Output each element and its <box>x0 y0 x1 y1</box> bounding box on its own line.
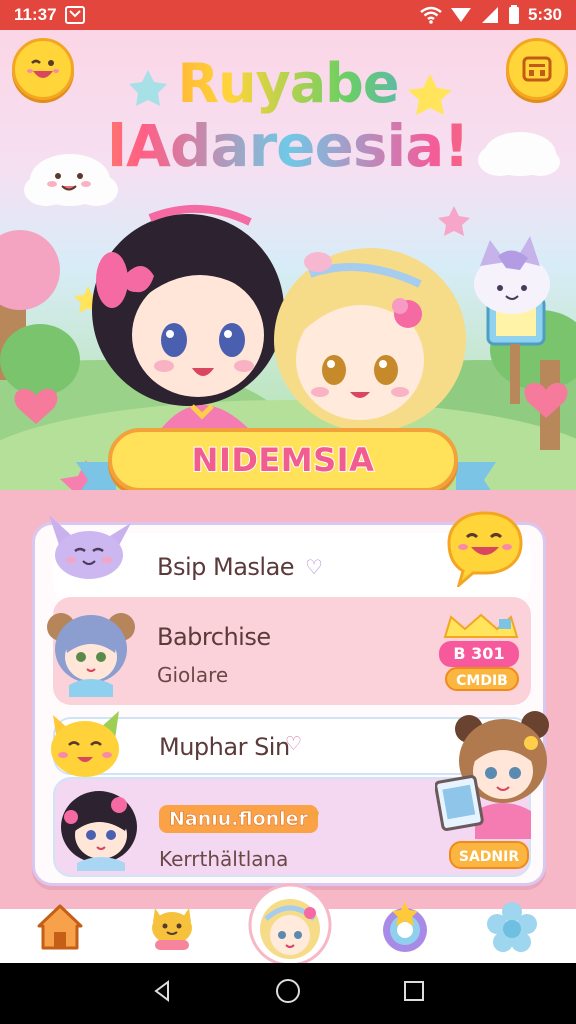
crown-icon <box>443 613 519 638</box>
status-time-right: 5:30 <box>527 5 562 24</box>
system-navigation-bar <box>0 963 576 1024</box>
wifi-icon <box>420 6 442 24</box>
signal-icon <box>450 6 472 24</box>
banner-label: NIDEMSIA <box>191 440 375 480</box>
circle-home-icon <box>276 979 300 1003</box>
home-icon <box>37 904 83 950</box>
list-item[interactable]: Babrchise Giolare B 301 CMDIB <box>47 597 531 705</box>
list-item[interactable]: Bsip Maslae ♡ <box>49 511 531 603</box>
nav-profile[interactable] <box>248 883 332 967</box>
status-bar: 11:37 5:30 <box>0 0 576 30</box>
cell-signal-icon <box>480 6 500 24</box>
bottom-navigation <box>0 883 576 967</box>
nav-settings[interactable] <box>480 895 544 959</box>
home-system-button[interactable] <box>274 977 302 1010</box>
character-with-frame-illustration <box>435 711 549 839</box>
banner-button[interactable]: NIDEMSIA <box>108 428 458 492</box>
row-subtitle: Giolare <box>157 663 229 687</box>
list-panel: Bsip Maslae ♡ Babrchise Giolare B 301 CM… <box>32 511 549 886</box>
back-icon <box>154 980 169 1002</box>
battery-icon <box>508 5 520 25</box>
app-title-line-1: Ruyabe <box>0 52 576 115</box>
recents-button[interactable] <box>402 979 426 1008</box>
row-subtitle: Kerrthältlana <box>159 847 289 871</box>
heart-icon: ♡ <box>305 557 323 579</box>
yellow-cat-mascot-icon <box>51 711 119 777</box>
row-title: Bsip Maslae <box>157 553 295 581</box>
cat-icon <box>152 908 192 950</box>
smiley-bubble-icon <box>447 511 523 587</box>
row-title: Muphar Sin <box>159 733 290 761</box>
profile-avatar-icon <box>248 883 332 967</box>
nav-home[interactable] <box>28 895 92 959</box>
heart-icon: ♥ <box>309 805 320 825</box>
nav-game[interactable] <box>372 895 436 959</box>
flower-icon <box>487 902 537 952</box>
back-button[interactable] <box>150 979 174 1008</box>
reward-badge-top: B 301 <box>439 641 519 667</box>
bunny-mascot-icon <box>49 515 131 579</box>
name-badge: Nanıu.flonler <box>159 805 318 833</box>
app-title-line-2: lAdareesia! <box>0 112 576 180</box>
avatar <box>47 613 135 697</box>
target-icon <box>383 902 427 952</box>
avatar <box>61 791 137 871</box>
hero-scene: Ruyabe lAdareesia! NIDEMSIA <box>0 30 576 500</box>
nav-pets[interactable] <box>140 895 204 959</box>
action-button[interactable]: SADNIR <box>449 841 529 869</box>
heart-icon: ♡ <box>285 734 303 755</box>
row-title: Babrchise <box>157 623 271 651</box>
reward-badge-bottom[interactable]: CMDIB <box>445 667 519 691</box>
status-time-left: 11:37 <box>14 5 57 24</box>
square-recents-icon <box>404 981 424 1001</box>
notification-icon <box>64 6 85 24</box>
list-item[interactable]: Nanıu.flonler ♥ Kerrthältlana SADNIR <box>53 711 549 877</box>
